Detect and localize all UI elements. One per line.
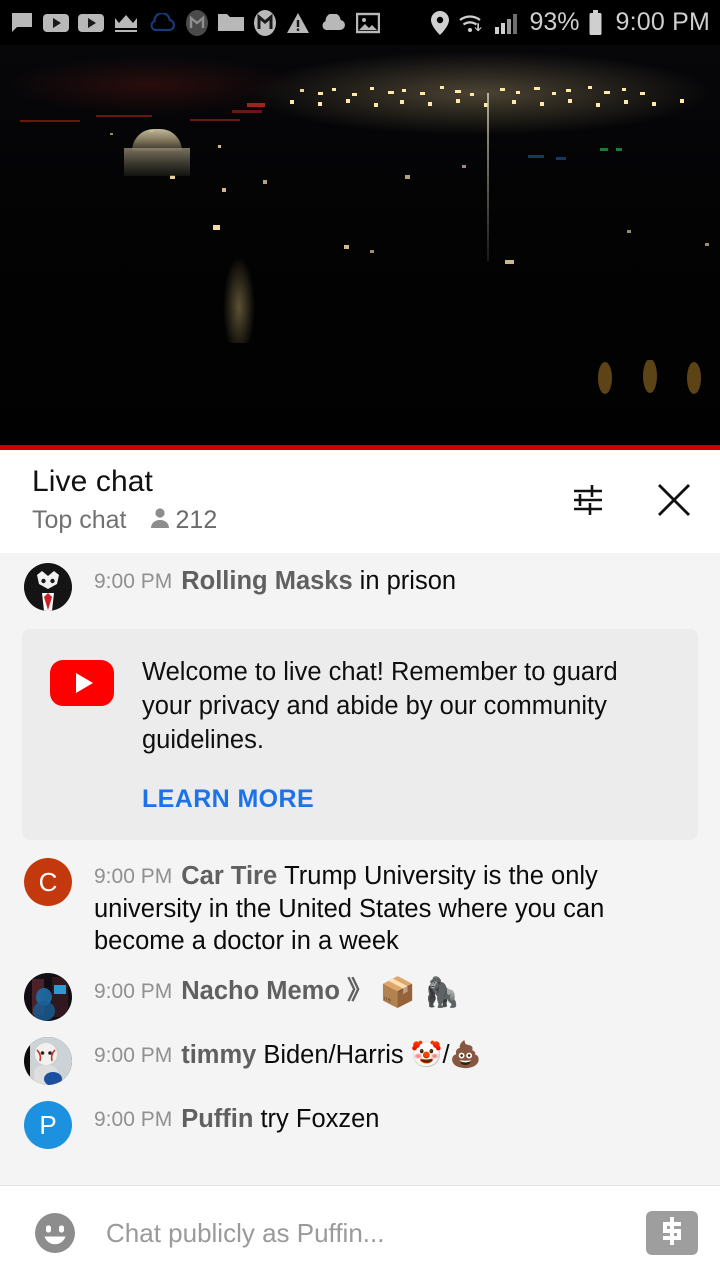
folder-icon [218,12,244,33]
chat-bubble-icon [10,11,34,35]
chat-mode-selector[interactable]: Top chat [32,506,127,535]
avatar-car-tire[interactable]: C [24,858,72,906]
welcome-card-text: Welcome to live chat! Remember to guard … [142,658,618,754]
youtube-icon-2 [78,13,104,33]
avatar-timmy[interactable] [24,1037,72,1085]
jefferson-memorial [118,129,196,176]
tune-sliders-icon[interactable] [564,476,612,524]
cloud-filled-icon [319,13,347,32]
youtube-logo-icon [48,659,116,707]
chat-message[interactable]: 9:00 PM Nacho Memo 》 📦 🦍 [0,965,720,1029]
cloud-outline-icon [148,12,176,33]
flag-pole [487,93,489,261]
page-title: Live chat [32,465,153,498]
lit-monument-glow [218,223,260,343]
chat-message-text: Biden/Harris 🤡/💩 [263,1041,482,1069]
live-chat-message-list[interactable]: 9:00 PM Rolling Masks in prison Welcome to… [0,553,720,1185]
close-x-icon[interactable] [650,476,698,524]
chat-message[interactable]: C 9:00 PM Car Tire Trump University is the… [0,850,720,965]
status-bar-clock: 9:00 PM [615,8,710,36]
photo-icon [356,12,380,34]
status-bar-right-icons: 93% 9:00 PM [431,8,710,37]
viewer-count-group: 212 [149,506,218,535]
chat-message[interactable]: P 9:00 PM Puffin try Foxzen [0,1093,720,1157]
chat-message-timestamp: 9:00 PM [94,570,173,593]
chat-message-author[interactable]: Nacho Memo 》 [181,977,372,1005]
youtube-icon [43,13,69,33]
chat-message-text: try Foxzen [260,1105,380,1133]
location-pin-icon [431,10,450,35]
live-chat-header: Live chat Top chat 212 [0,450,720,553]
chat-input[interactable] [106,1217,634,1249]
welcome-card: Welcome to live chat! Remember to guard … [22,629,698,840]
live-chat-header-actions [564,464,704,524]
avatar-rolling-masks[interactable] [24,563,72,611]
dollar-sign-icon [659,1216,685,1251]
chat-message-timestamp: 9:00 PM [94,980,173,1003]
chat-message-body: 9:00 PM Rolling Masks in prison [94,563,702,598]
chat-message-timestamp: 9:00 PM [94,1108,173,1131]
person-icon [149,507,171,534]
chat-message-body: 9:00 PM Car Tire Trump University is the o… [94,858,702,957]
avatar-puffin[interactable]: P [24,1101,72,1149]
live-stream-video[interactable] [0,45,720,450]
chat-message-timestamp: 9:00 PM [94,865,173,888]
m-badge-icon [253,9,277,36]
chat-message-body: 9:00 PM Nacho Memo 》 📦 🦍 [94,973,702,1009]
superchat-button[interactable] [646,1211,698,1255]
welcome-card-content: Welcome to live chat! Remember to guard … [142,655,674,814]
cellular-signal-icon [495,12,521,34]
status-bar-left-icons [10,9,380,36]
chat-message-text: 📦 🦍 [379,977,460,1009]
chat-message-author[interactable]: Rolling Masks [181,567,352,595]
chat-input-bar [0,1185,720,1280]
battery-percent-label: 93% [529,8,580,36]
crown-icon [113,12,139,34]
chat-message-author[interactable]: Car Tire [181,862,277,890]
live-chat-subheader: Top chat 212 [32,506,564,535]
wifi-icon [457,11,487,35]
avatar-initial: C [38,866,58,897]
chat-message-timestamp: 9:00 PM [94,1044,173,1067]
chat-message-author[interactable]: timmy [181,1041,256,1069]
emoji-smiley-icon[interactable] [30,1208,80,1258]
learn-more-link[interactable]: LEARN MORE [142,785,674,814]
chat-message-author[interactable]: Puffin [181,1105,253,1133]
chat-message[interactable]: 9:00 PM Rolling Masks in prison [0,555,720,619]
status-bar: 93% 9:00 PM [0,0,720,45]
live-chat-header-texts: Live chat Top chat 212 [32,464,564,535]
battery-full-icon [588,9,603,36]
mega-app-icon [185,9,209,36]
avatar-initial: P [39,1109,57,1140]
foreground-lamps [598,360,701,394]
chat-message[interactable]: 9:00 PM timmy Biden/Harris 🤡/💩 [0,1029,720,1093]
avatar-nacho-memo[interactable] [24,973,72,1021]
warning-triangle-icon [286,12,310,34]
viewer-count: 212 [175,506,218,534]
chat-message-text: in prison [359,567,457,595]
app-root: 93% 9:00 PM Live chat Top chat 212 9:00 … [0,0,720,1280]
chat-message-body: 9:00 PM Puffin try Foxzen [94,1101,702,1136]
chat-message-body: 9:00 PM timmy Biden/Harris 🤡/💩 [94,1037,702,1072]
